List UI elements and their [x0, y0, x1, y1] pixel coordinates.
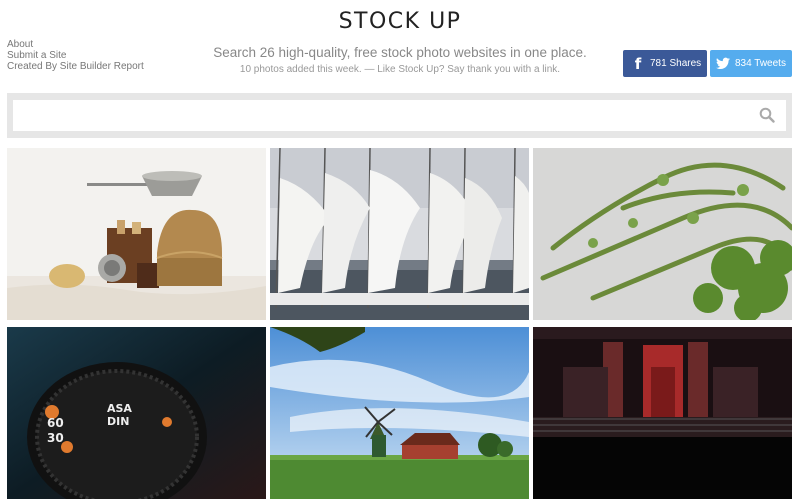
photo-camera-dial[interactable]: 60 30 ASA DIN — [7, 327, 266, 499]
svg-text:ASA: ASA — [107, 402, 132, 415]
twitter-share-count: 834 Tweets — [735, 58, 786, 69]
photo-ivy-wall[interactable] — [533, 148, 792, 320]
search-bar — [7, 93, 792, 138]
facebook-icon: f — [634, 54, 642, 73]
photo-windmill[interactable] — [270, 327, 529, 499]
svg-text:DIN: DIN — [107, 415, 129, 428]
photo-grid: 60 30 ASA DIN — [7, 148, 792, 503]
svg-text:30: 30 — [47, 431, 64, 445]
facebook-share-button[interactable]: f 781 Shares — [623, 50, 707, 77]
photo-subway-station[interactable] — [533, 327, 792, 499]
twitter-share-button[interactable]: 834 Tweets — [710, 50, 792, 77]
facebook-share-count: 781 Shares — [650, 58, 702, 69]
search-input[interactable] — [13, 100, 786, 131]
twitter-icon — [716, 56, 730, 72]
search-icon[interactable] — [759, 107, 775, 123]
photo-kitchen-still-life[interactable] — [7, 148, 266, 320]
svg-text:60: 60 — [47, 416, 64, 430]
photo-sailboats[interactable] — [270, 148, 529, 320]
site-title[interactable]: STOCK UP — [0, 9, 800, 34]
